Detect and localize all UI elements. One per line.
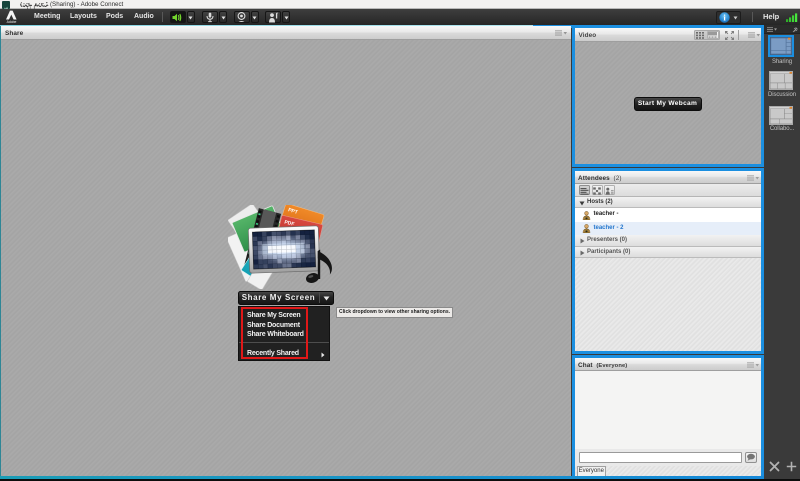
svg-text:Adobe: Adobe <box>7 20 17 24</box>
